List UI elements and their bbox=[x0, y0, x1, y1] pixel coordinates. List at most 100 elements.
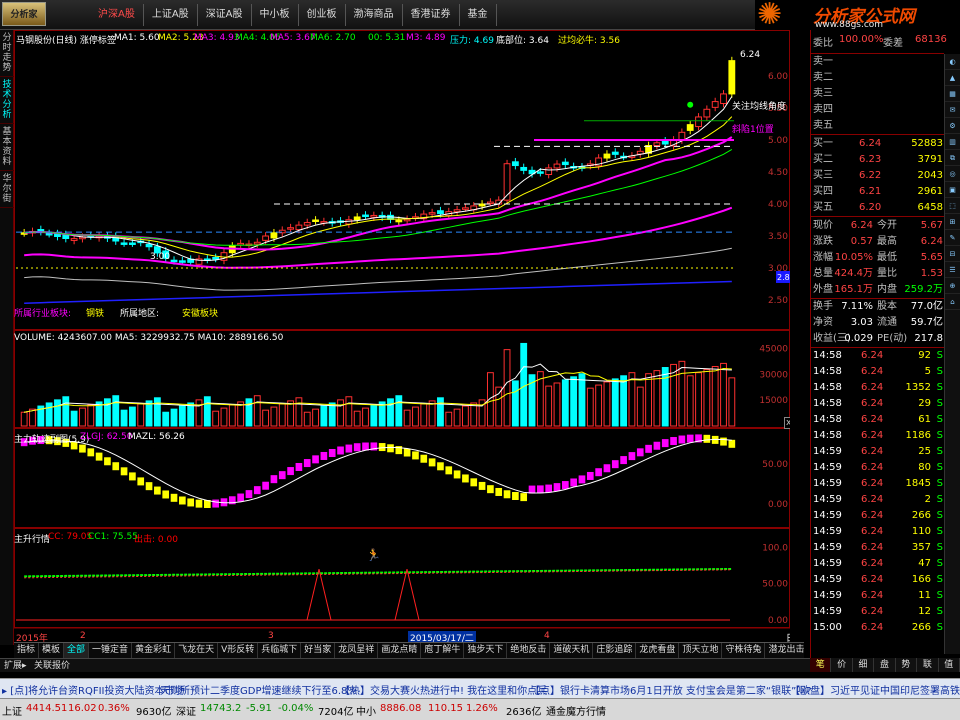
tick-time: 14:59 bbox=[813, 590, 842, 601]
tool-icon-2[interactable]: ▦ bbox=[945, 87, 960, 102]
buy-level-5: 买五 6.20 6458 bbox=[811, 200, 945, 216]
price-tick-label: 5.00 bbox=[768, 136, 788, 146]
tick-price: 6.24 bbox=[861, 398, 884, 409]
tick-price: 6.24 bbox=[861, 350, 884, 361]
tool-icon-15[interactable]: ⌂ bbox=[945, 295, 960, 310]
sz-value: 14743.2 bbox=[200, 703, 242, 714]
indicator-tab-5[interactable]: 飞龙在天 bbox=[175, 643, 219, 658]
tool-icon-14[interactable]: ⊕ bbox=[945, 279, 960, 294]
tool-icon-8[interactable]: ▣ bbox=[945, 183, 960, 198]
market-tab-1[interactable]: 上证A股 bbox=[144, 4, 198, 26]
left-view-tabs: 分时走势 技术分析 基本资料 华尔街 bbox=[0, 30, 14, 645]
related-quote-button[interactable]: 关联报价 bbox=[34, 659, 70, 673]
detail-tab-6[interactable]: 值 bbox=[939, 658, 960, 672]
market-tab-6[interactable]: 香港证券 bbox=[403, 4, 460, 26]
indicator-tab-19[interactable]: 潜龙出击 bbox=[765, 643, 804, 658]
detail-tab-1[interactable]: 价 bbox=[831, 658, 853, 672]
detail-tab-0[interactable]: 笔 bbox=[810, 658, 832, 672]
news-item[interactable]: 【点】银行卡清算市场6月1日开放 支付宝会是第二家“银联”吗? bbox=[530, 682, 812, 697]
indicator-tab-16[interactable]: 龙虎看盘 bbox=[636, 643, 680, 658]
indicator-tab-7[interactable]: 兵临城下 bbox=[258, 643, 302, 658]
tick-volume: 1186 bbox=[905, 430, 931, 441]
indicator-tab-12[interactable]: 独步天下 bbox=[464, 643, 508, 658]
candle-body bbox=[70, 238, 78, 241]
indicator-tab-13[interactable]: 绝地反击 bbox=[507, 643, 551, 658]
news-item[interactable]: 【欧盘】习近平见证中国印尼签署高铁项目合 bbox=[790, 682, 960, 697]
volume-bar bbox=[170, 408, 178, 427]
ind1-block bbox=[537, 485, 544, 494]
indicator-tab-1[interactable]: 模板 bbox=[39, 643, 65, 658]
tick-time: 14:59 bbox=[813, 446, 842, 457]
volume-bar bbox=[203, 396, 211, 427]
ind2-out: 出击: 0.00 bbox=[134, 535, 178, 545]
news-item[interactable]: 天则所预计二季度GDP增速继续下行至6.8% bbox=[160, 682, 357, 697]
tool-icon-7[interactable]: ◎ bbox=[945, 167, 960, 182]
weibi-value: 100.00% bbox=[839, 34, 884, 45]
market-tab-3[interactable]: 中小板 bbox=[252, 4, 299, 26]
kline-chart-area[interactable]: 6.005.505.004.504.003.503.002.502.864500… bbox=[14, 30, 811, 644]
tool-icon-10[interactable]: ⊞ bbox=[945, 215, 960, 230]
tick-row: 14:59 6.24 357 S bbox=[811, 540, 945, 556]
detail-tab-2[interactable]: 细 bbox=[853, 658, 875, 672]
brand-url: www.88gs.com bbox=[815, 20, 884, 30]
stat-label-2: 流通 bbox=[877, 317, 897, 328]
news-item[interactable]: 【热】交易大赛火热进行中! 我在这里和你点兵 bbox=[340, 682, 547, 697]
sell-level-2: 卖二 bbox=[811, 70, 945, 86]
tick-volume: 357 bbox=[911, 542, 931, 553]
market-tab-0[interactable]: 沪深A股 bbox=[90, 4, 144, 26]
tick-price: 6.24 bbox=[861, 462, 884, 473]
indicator-tab-11[interactable]: 庖丁解牛 bbox=[421, 643, 465, 658]
y-axis-strip bbox=[790, 30, 810, 642]
tool-icon-13[interactable]: ☰ bbox=[945, 263, 960, 278]
tool-icon-0[interactable]: ◐ bbox=[945, 55, 960, 70]
indicator-tab-18[interactable]: 守株待兔 bbox=[722, 643, 766, 658]
indicator-tab-2[interactable]: 全部 bbox=[64, 643, 90, 658]
tool-icon-1[interactable]: ▲ bbox=[945, 71, 960, 86]
indicator-tab-9[interactable]: 龙凤呈祥 bbox=[335, 643, 379, 658]
indicator-tab-10[interactable]: 画龙点睛 bbox=[378, 643, 422, 658]
market-tab-7[interactable]: 基金 bbox=[460, 4, 497, 26]
indicator-tab-8[interactable]: 好当家 bbox=[301, 643, 336, 658]
market-tab-5[interactable]: 渤海商品 bbox=[346, 4, 403, 26]
indicator-tab-4[interactable]: 黄金彩虹 bbox=[132, 643, 176, 658]
indicator-tab-15[interactable]: 庄影追踪 bbox=[593, 643, 637, 658]
tool-icon-3[interactable]: ✉ bbox=[945, 103, 960, 118]
ind2-signal-peak bbox=[394, 568, 420, 621]
stat-row-1: 涨跌 0.57 最高 6.24 bbox=[811, 234, 945, 250]
tick-time: 14:58 bbox=[813, 366, 842, 377]
candle-body bbox=[370, 214, 378, 218]
stat-value-2: 5.67 bbox=[920, 220, 943, 231]
left-tab-0[interactable]: 分时走势 bbox=[0, 30, 14, 77]
market-tab-2[interactable]: 深证A股 bbox=[198, 4, 252, 26]
ma-angle-annotation: 关注均线角度 bbox=[732, 102, 787, 112]
indicator-tab-3[interactable]: 一锤定音 bbox=[89, 643, 133, 658]
left-tab-2[interactable]: 基本资料 bbox=[0, 124, 14, 171]
tool-icon-12[interactable]: ⊟ bbox=[945, 247, 960, 262]
news-item[interactable]: ▸ [点]将允许台资RQFII投资大陆资本市场 bbox=[2, 682, 184, 697]
tool-icon-6[interactable]: ⧉ bbox=[945, 151, 960, 166]
volume-bar bbox=[278, 403, 286, 427]
long-term-line bbox=[24, 280, 732, 304]
tool-icon-9[interactable]: ⬚ bbox=[945, 199, 960, 214]
detail-tab-3[interactable]: 盘 bbox=[874, 658, 896, 672]
volume-bar bbox=[470, 402, 478, 427]
candle-body bbox=[728, 60, 736, 95]
tool-icon-4[interactable]: ⚙ bbox=[945, 119, 960, 134]
extend-button[interactable]: 扩展▸ bbox=[4, 659, 27, 673]
left-tab-3[interactable]: 华尔街 bbox=[0, 171, 14, 208]
ind1-block bbox=[353, 443, 361, 452]
indicator-tab-14[interactable]: 道破天机 bbox=[550, 643, 594, 658]
detail-tab-5[interactable]: 联 bbox=[917, 658, 939, 672]
tick-volume: 61 bbox=[918, 414, 931, 425]
indicator-tab-0[interactable]: 指标 bbox=[14, 643, 40, 658]
tool-icon-5[interactable]: ▥ bbox=[945, 135, 960, 150]
detail-tab-4[interactable]: 势 bbox=[896, 658, 918, 672]
market-tab-4[interactable]: 创业板 bbox=[299, 4, 346, 26]
left-tab-1[interactable]: 技术分析 bbox=[0, 77, 14, 124]
indicator-tab-6[interactable]: V形反转 bbox=[218, 643, 259, 658]
x-label-mar: 3 bbox=[268, 631, 274, 641]
indicator-tab-17[interactable]: 顶天立地 bbox=[679, 643, 723, 658]
tool-icon-11[interactable]: ✎ bbox=[945, 231, 960, 246]
ind1-block bbox=[503, 490, 511, 499]
candle-body bbox=[678, 131, 686, 141]
